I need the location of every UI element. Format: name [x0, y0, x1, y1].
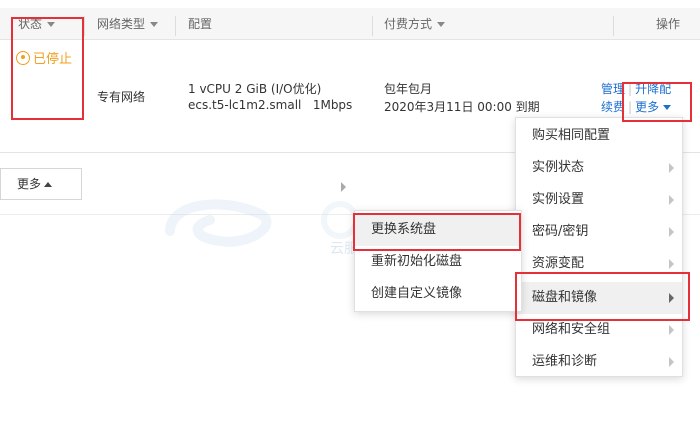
header-config: 配置 [188, 8, 212, 40]
menu-item-label: 实例状态 [532, 160, 585, 175]
header-billing[interactable]: 付费方式 [384, 8, 446, 40]
menu-item-label: 运维和诊断 [532, 354, 598, 369]
menu-item-network-security[interactable]: 网络和安全组 [516, 314, 682, 346]
menu-item-password-key[interactable]: 密码/密钥 [516, 216, 682, 248]
menu-item-replace-system-disk[interactable]: 更换系统盘 [355, 214, 521, 246]
billing-type: 包年包月 [384, 82, 433, 96]
chevron-down-icon [663, 105, 672, 110]
menu-item-resource-change[interactable]: 资源变配 [516, 248, 682, 280]
billing-expiry: 2020年3月11日 00:00 到期 [384, 100, 540, 114]
header-status[interactable]: 状态 [18, 8, 56, 40]
menu-item-buy-same[interactable]: 购买相同配置 [516, 120, 682, 152]
menu-item-label: 重新初始化磁盘 [371, 254, 463, 269]
chevron-down-icon [47, 22, 56, 27]
more-actions-link[interactable]: 更多 [635, 100, 672, 114]
menu-item-label: 更换系统盘 [371, 222, 437, 237]
header-status-label: 状态 [18, 17, 43, 31]
chevron-up-icon [44, 182, 53, 187]
chevron-right-icon [669, 293, 674, 303]
more-actions-label: 更多 [635, 100, 660, 114]
status-label: 已停止 [33, 52, 73, 67]
menu-item-reinit-disk[interactable]: 重新初始化磁盘 [355, 246, 521, 278]
menu-item-label: 实例设置 [532, 192, 585, 207]
disk-image-submenu: 更换系统盘 重新初始化磁盘 创建自定义镜像 [354, 210, 522, 312]
more-actions-menu: 购买相同配置 实例状态 实例设置 密码/密钥 资源变配 磁盘和镜像 网络和安全组… [515, 117, 683, 377]
upgrade-link[interactable]: 升降配 [635, 82, 671, 96]
header-network-type-label: 网络类型 [97, 17, 146, 31]
menu-item-label: 购买相同配置 [532, 128, 611, 143]
status-badge: 已停止 [16, 48, 72, 67]
menu-item-ops-diagnose[interactable]: 运维和诊断 [516, 346, 682, 378]
menu-item-instance-status[interactable]: 实例状态 [516, 152, 682, 184]
table-header: 状态 网络类型 配置 付费方式 操作 [0, 8, 700, 40]
header-divider [175, 16, 176, 36]
chevron-down-icon [437, 22, 446, 27]
chevron-down-icon [150, 22, 159, 27]
header-actions-label: 操作 [656, 17, 681, 31]
action-separator: | [628, 82, 633, 96]
menu-item-disk-image[interactable]: 磁盘和镜像 [516, 282, 682, 314]
header-config-label: 配置 [188, 17, 213, 31]
header-divider [613, 16, 614, 36]
header-billing-label: 付费方式 [384, 17, 433, 31]
menu-item-create-custom-image[interactable]: 创建自定义镜像 [355, 278, 521, 310]
action-separator: | [628, 100, 633, 114]
menu-item-label: 密码/密钥 [532, 224, 589, 239]
manage-link[interactable]: 管理 [601, 82, 625, 96]
header-divider [84, 16, 85, 36]
action-links-top: 管理 | 升降配 [601, 80, 671, 97]
menu-item-instance-settings[interactable]: 实例设置 [516, 184, 682, 216]
menu-item-label: 磁盘和镜像 [532, 290, 598, 305]
menu-item-label: 资源变配 [532, 256, 585, 271]
chevron-right-icon [669, 325, 674, 335]
config-spec: 1 vCPU 2 GiB (I/O优化) [188, 82, 322, 96]
bulk-more-label: 更多 [17, 177, 42, 191]
chevron-right-icon [669, 357, 674, 367]
chevron-right-icon [669, 163, 674, 173]
header-actions: 操作 [656, 8, 680, 40]
chevron-right-icon [669, 195, 674, 205]
menu-item-label: 网络和安全组 [532, 322, 611, 337]
bulk-more-button[interactable]: 更多 [0, 168, 82, 200]
header-network-type[interactable]: 网络类型 [97, 8, 159, 40]
network-type-value: 专有网络 [97, 90, 146, 104]
menu-item-label: 创建自定义镜像 [371, 286, 463, 301]
stopped-status-icon [16, 50, 30, 65]
renew-link[interactable]: 续费 [601, 100, 625, 114]
action-links-bottom: 续费 | 更多 [601, 98, 672, 115]
chevron-right-icon [341, 182, 346, 192]
chevron-right-icon [669, 259, 674, 269]
config-instance-type: ecs.t5-lc1m2.small 1Mbps [188, 98, 353, 112]
chevron-right-icon [669, 227, 674, 237]
header-divider [372, 16, 373, 36]
